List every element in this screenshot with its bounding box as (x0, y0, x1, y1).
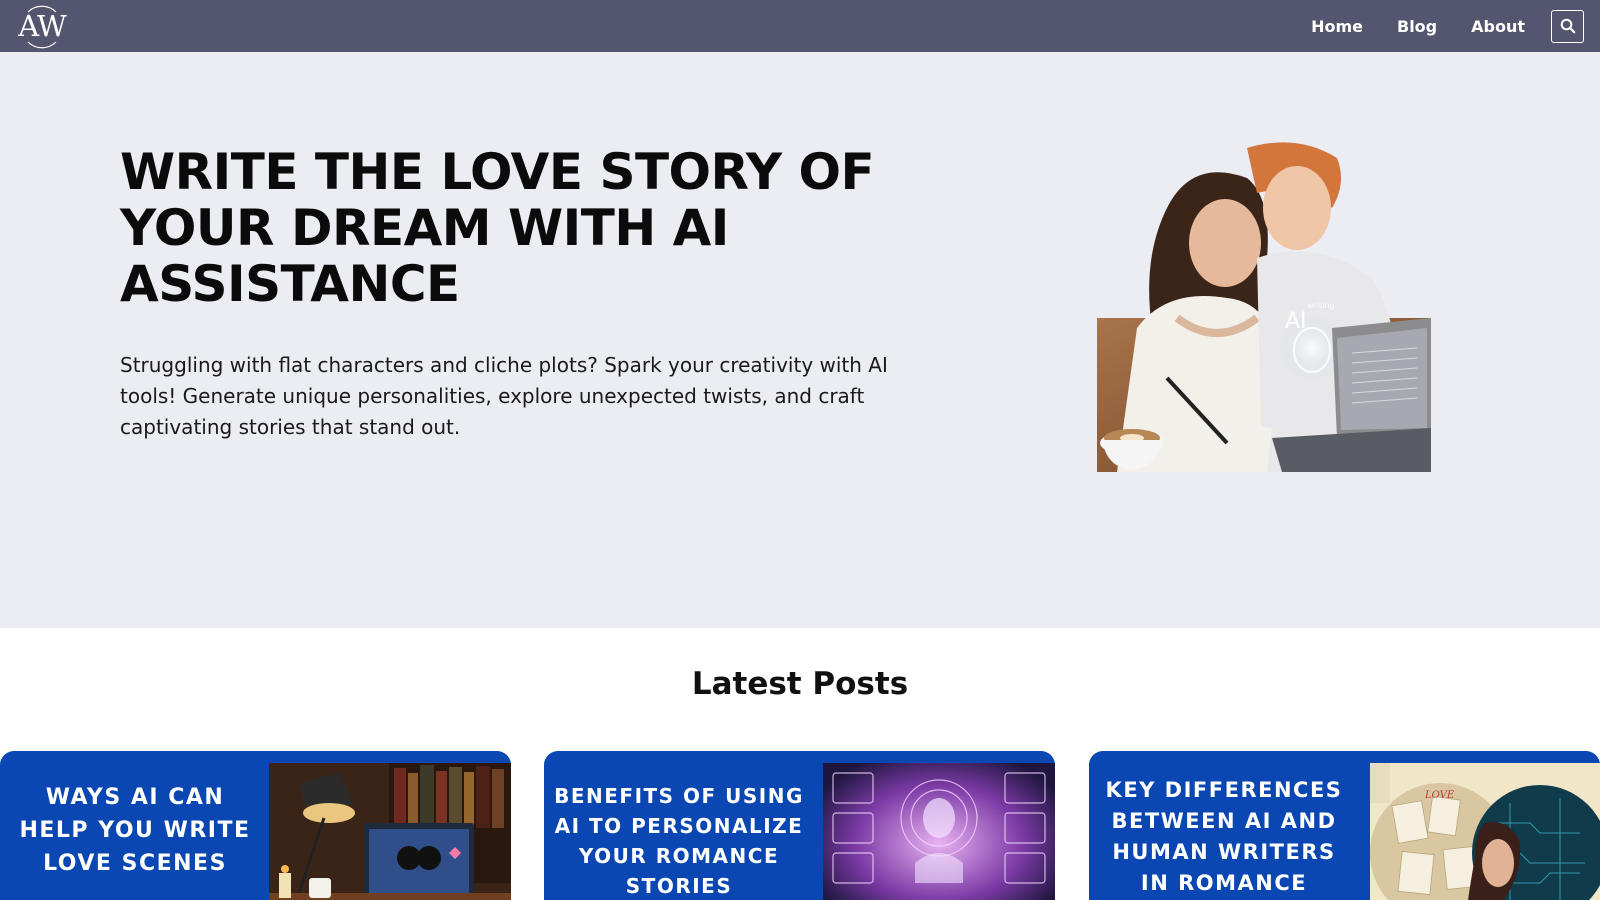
card-3-love-text: LOVE (1424, 790, 1455, 801)
post-card-2-title: BENEFITS OF USING AI TO PERSONALIZE YOUR… (554, 784, 804, 898)
hero-couple-image: AI writing (1097, 138, 1431, 472)
latest-posts-heading: Latest Posts (691, 666, 909, 702)
search-icon (1560, 18, 1575, 34)
main-nav: Home Blog About (1311, 0, 1584, 52)
search-button[interactable] (1551, 9, 1584, 43)
post-card-1[interactable]: WAYS AI CAN HELP YOU WRITE LOVE SCENES (0, 751, 511, 900)
post-card-3[interactable]: KEY DIFFERENCES BETWEEN AI AND HUMAN WRI… (1089, 751, 1600, 900)
post-card-1-image (269, 763, 511, 900)
logo-ring-icon (27, 5, 57, 49)
site-header: AW Home Blog About (0, 0, 1600, 52)
hero-title: WRITE THE LOVE STORY OF YOUR DREAM WITH … (120, 143, 875, 313)
post-card-1-title: WAYS AI CAN HELP YOU WRITE LOVE SCENES (19, 785, 251, 876)
nav-blog[interactable]: Blog (1397, 17, 1437, 36)
post-card-3-image: LOVE (1370, 763, 1600, 900)
nav-about[interactable]: About (1471, 17, 1525, 36)
hero-description: Struggling with flat characters and clic… (120, 353, 888, 439)
hero-image-ai-text: AI (1285, 309, 1307, 334)
nav-home[interactable]: Home (1311, 17, 1363, 36)
post-card-2[interactable]: BENEFITS OF USING AI TO PERSONALIZE YOUR… (544, 751, 1055, 900)
hero-image-ai-small-text: writing (1307, 301, 1335, 310)
post-card-2-image (823, 763, 1055, 900)
hero-section: WRITE THE LOVE STORY OF YOUR DREAM WITH … (0, 52, 1600, 628)
site-logo[interactable]: AW (14, 0, 70, 52)
post-card-3-title: KEY DIFFERENCES BETWEEN AI AND HUMAN WRI… (1105, 778, 1343, 895)
